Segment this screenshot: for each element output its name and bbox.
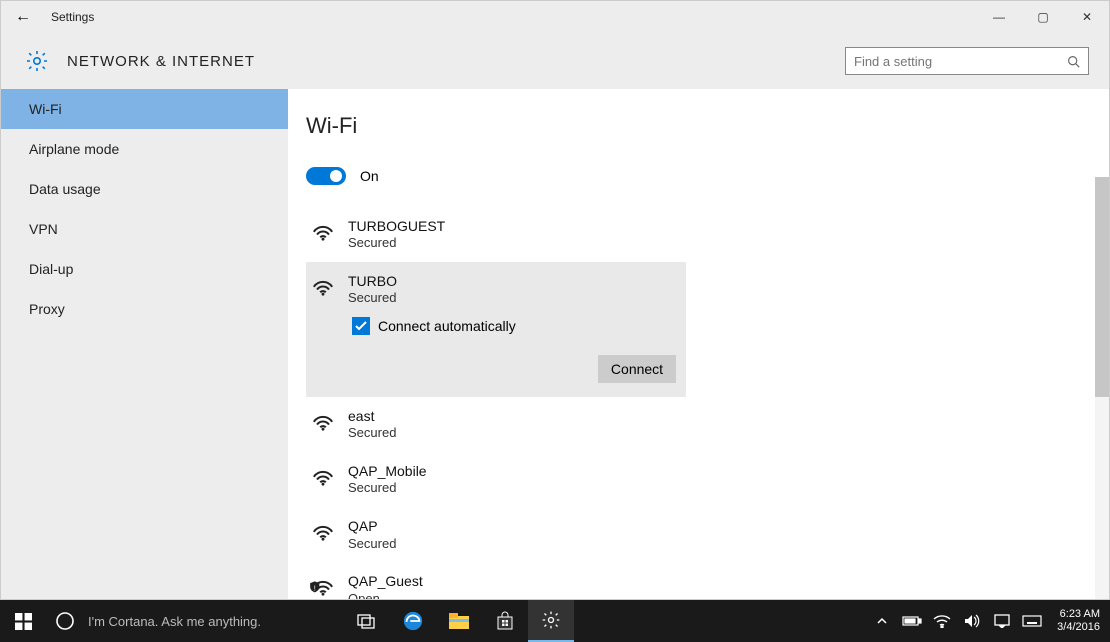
network-security: Secured	[348, 480, 427, 497]
search-input[interactable]	[854, 54, 1067, 69]
close-button[interactable]: ✕	[1065, 1, 1109, 33]
sidebar: Wi-FiAirplane modeData usageVPNDial-upPr…	[1, 89, 288, 599]
section-title: NETWORK & INTERNET	[67, 53, 255, 70]
auto-connect-checkbox[interactable]	[352, 317, 370, 335]
settings-taskbar-icon[interactable]	[528, 600, 574, 642]
clock[interactable]: 6:23 AM 3/4/2016	[1047, 600, 1110, 642]
wifi-icon: !	[310, 574, 336, 596]
wifi-icon	[310, 464, 336, 486]
task-view-icon[interactable]	[344, 600, 390, 642]
network-name: east	[348, 407, 396, 425]
network-item[interactable]: QAPSecured	[306, 507, 686, 562]
body: Wi-FiAirplane modeData usageVPNDial-upPr…	[1, 89, 1109, 599]
titlebar: ← Settings — ▢ ✕	[1, 1, 1109, 33]
network-security: Open	[348, 591, 423, 599]
network-list: TURBOGUESTSecuredTURBOSecuredConnect aut…	[306, 207, 1085, 599]
wifi-icon	[310, 409, 336, 431]
minimize-button[interactable]: —	[977, 1, 1021, 33]
search-box[interactable]	[845, 47, 1089, 75]
store-icon[interactable]	[482, 600, 528, 642]
network-item[interactable]: TURBOSecured Connect automatically Connect	[306, 262, 686, 397]
taskbar: I'm Cortana. Ask me anything.	[0, 600, 1110, 642]
network-item[interactable]: eastSecured	[306, 397, 686, 452]
battery-icon[interactable]	[897, 600, 927, 642]
wifi-toggle-row: On	[306, 167, 1085, 185]
section-header: NETWORK & INTERNET	[1, 33, 1109, 89]
keyboard-icon[interactable]	[1017, 600, 1047, 642]
volume-icon[interactable]	[957, 600, 987, 642]
network-security: Secured	[348, 290, 397, 307]
network-name: QAP	[348, 517, 396, 535]
wifi-toggle[interactable]	[306, 167, 346, 185]
settings-window: ← Settings — ▢ ✕ NETWORK & INTERNET Wi	[0, 0, 1110, 600]
wifi-toggle-label: On	[360, 168, 379, 184]
file-explorer-icon[interactable]	[436, 600, 482, 642]
page-title: Wi-Fi	[306, 113, 1085, 139]
network-security: Secured	[348, 235, 445, 252]
sidebar-item-vpn[interactable]: VPN	[1, 209, 288, 249]
clock-date: 3/4/2016	[1057, 621, 1100, 634]
sidebar-item-data-usage[interactable]: Data usage	[1, 169, 288, 209]
system-tray: 6:23 AM 3/4/2016	[867, 600, 1110, 642]
clock-time: 6:23 AM	[1060, 608, 1100, 621]
cortana-icon[interactable]	[46, 600, 84, 642]
gear-icon	[25, 49, 49, 73]
network-name: QAP_Guest	[348, 572, 423, 590]
network-item[interactable]: QAP_MobileSecured	[306, 452, 686, 507]
auto-connect-label: Connect automatically	[378, 318, 516, 334]
wifi-tray-icon[interactable]	[927, 600, 957, 642]
sidebar-item-dial-up[interactable]: Dial-up	[1, 249, 288, 289]
connect-button[interactable]: Connect	[598, 355, 676, 383]
tray-chevron-icon[interactable]	[867, 600, 897, 642]
edge-icon[interactable]	[390, 600, 436, 642]
window-controls: — ▢ ✕	[977, 1, 1109, 33]
network-name: QAP_Mobile	[348, 462, 427, 480]
window-title: Settings	[51, 10, 94, 24]
sidebar-item-wi-fi[interactable]: Wi-Fi	[1, 89, 288, 129]
network-security: Secured	[348, 425, 396, 442]
start-button[interactable]	[0, 600, 46, 642]
main-panel: Wi-Fi On TURBOGUESTSecuredTURBOSecuredCo…	[288, 89, 1109, 599]
network-name: TURBO	[348, 272, 397, 290]
notifications-icon[interactable]	[987, 600, 1017, 642]
search-icon	[1067, 55, 1080, 68]
network-name: TURBOGUEST	[348, 217, 445, 235]
network-security: Secured	[348, 536, 396, 553]
svg-text:!: !	[314, 584, 316, 593]
scrollbar-thumb[interactable]	[1095, 177, 1109, 397]
sidebar-item-airplane-mode[interactable]: Airplane mode	[1, 129, 288, 169]
auto-connect-row: Connect automatically	[352, 317, 676, 335]
wifi-icon	[310, 274, 336, 296]
maximize-button[interactable]: ▢	[1021, 1, 1065, 33]
sidebar-item-proxy[interactable]: Proxy	[1, 289, 288, 329]
network-item[interactable]: TURBOGUESTSecured	[306, 207, 686, 262]
back-button[interactable]: ←	[1, 1, 45, 33]
wifi-icon	[310, 219, 336, 241]
cortana-search[interactable]: I'm Cortana. Ask me anything.	[84, 600, 344, 642]
wifi-icon	[310, 519, 336, 541]
network-item[interactable]: ! QAP_GuestOpen	[306, 562, 686, 599]
